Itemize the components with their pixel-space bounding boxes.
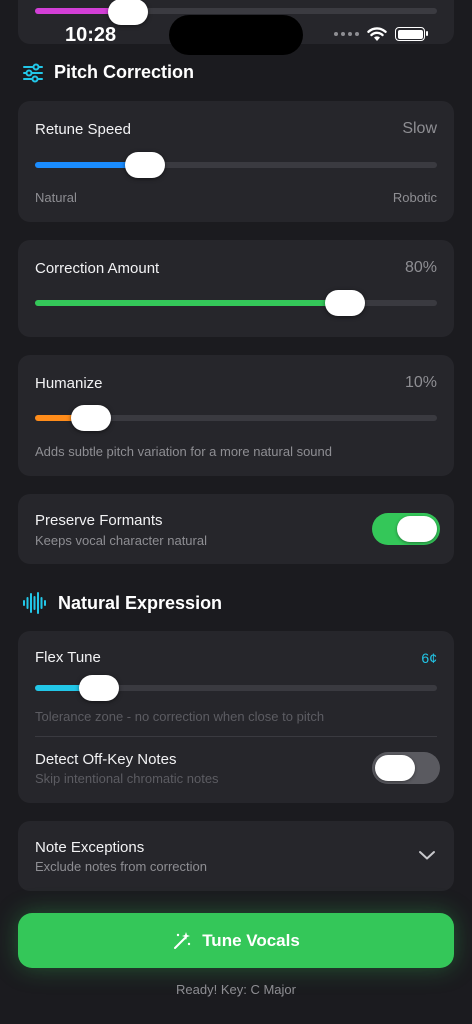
retune-speed-value: Slow	[402, 120, 437, 137]
sliders-icon	[23, 63, 43, 82]
tune-vocals-label: Tune Vocals	[202, 930, 300, 950]
preserve-formants-card: Preserve Formants Keeps vocal character …	[18, 494, 454, 564]
preserve-formants-sublabel: Keeps vocal character natural	[35, 533, 207, 548]
detect-off-key-sublabel: Skip intentional chromatic notes	[35, 771, 219, 786]
status-time: 10:28	[65, 24, 117, 46]
preserve-formants-label: Preserve Formants	[35, 512, 163, 529]
retune-speed-min-label: Natural	[35, 190, 77, 205]
correction-amount-value: 80%	[404, 259, 437, 276]
flex-tune-label: Flex Tune	[35, 649, 101, 666]
cellular-signal-icon	[334, 32, 359, 36]
pitch-correction-header: Pitch Correction	[22, 62, 194, 83]
humanize-label: Humanize	[35, 375, 103, 392]
dynamic-island	[169, 15, 303, 55]
flex-tune-thumb[interactable]	[79, 675, 119, 701]
correction-amount-card: Correction Amount 80%	[18, 240, 454, 337]
retune-speed-label: Retune Speed	[35, 121, 131, 138]
correction-amount-fill	[35, 300, 345, 306]
chevron-down-icon[interactable]	[418, 849, 436, 861]
retune-speed-thumb[interactable]	[125, 152, 165, 178]
section-title: Natural Expression	[58, 592, 223, 613]
humanize-hint: Adds subtle pitch variation for a more n…	[35, 444, 333, 459]
detect-off-key-label: Detect Off-Key Notes	[35, 751, 177, 768]
note-exceptions-card[interactable]: Note Exceptions Exclude notes from corre…	[18, 821, 454, 891]
retune-speed-slider[interactable]	[35, 162, 437, 168]
note-exceptions-sublabel: Exclude notes from correction	[35, 859, 207, 874]
retune-speed-card: Retune Speed Slow Natural Robotic	[18, 101, 454, 222]
preserve-formants-toggle[interactable]	[372, 513, 440, 545]
status-footer: Ready! Key: C Major	[176, 982, 296, 997]
correction-amount-thumb[interactable]	[325, 290, 365, 316]
status-icons	[334, 26, 428, 42]
waveform-icon	[23, 592, 46, 614]
flex-tune-value: 6¢	[421, 650, 437, 666]
previous-slider-track[interactable]	[35, 8, 437, 14]
retune-speed-max-label: Robotic	[392, 190, 437, 205]
humanize-thumb[interactable]	[71, 405, 111, 431]
detect-off-key-toggle[interactable]	[372, 752, 440, 784]
magic-wand-icon	[174, 931, 191, 949]
divider	[35, 736, 437, 737]
note-exceptions-label: Note Exceptions	[35, 839, 145, 856]
humanize-value: 10%	[404, 374, 437, 391]
correction-amount-label: Correction Amount	[35, 260, 160, 277]
tune-vocals-button[interactable]: Tune Vocals	[18, 913, 454, 968]
battery-icon	[395, 27, 428, 41]
section-title: Pitch Correction	[54, 62, 195, 82]
toggle-knob	[397, 516, 437, 542]
wifi-icon	[367, 27, 387, 41]
flex-tune-hint: Tolerance zone - no correction when clos…	[35, 709, 325, 724]
natural-expression-card: Flex Tune 6¢ Tolerance zone - no correct…	[18, 631, 454, 803]
correction-amount-slider[interactable]	[35, 300, 437, 306]
humanize-card: Humanize 10% Adds subtle pitch variation…	[18, 355, 454, 476]
previous-slider-thumb[interactable]	[108, 0, 148, 25]
natural-expression-header: Natural Expression	[22, 591, 222, 615]
toggle-knob	[375, 755, 415, 781]
